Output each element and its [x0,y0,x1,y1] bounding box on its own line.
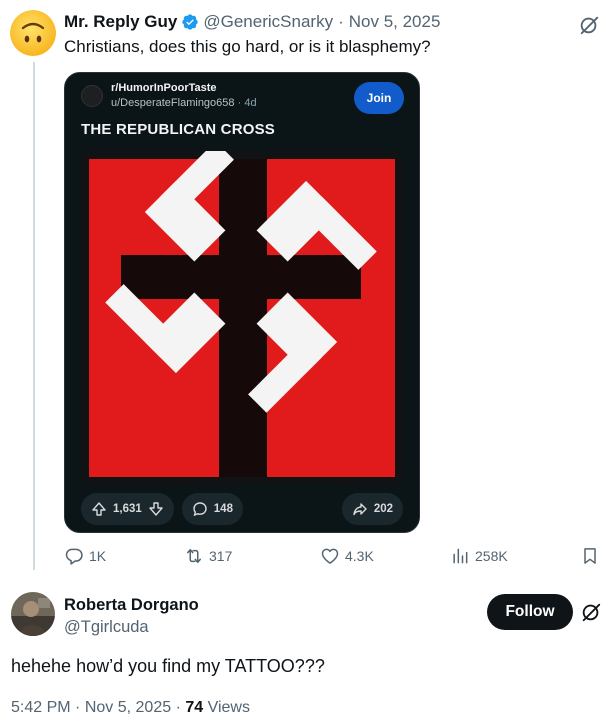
reply-date[interactable]: Nov 5, 2025 [85,699,171,716]
like-button[interactable]: 4.3K [320,546,374,566]
comment-count: 148 [213,503,233,515]
bookmark-icon [584,548,596,564]
grok-icon[interactable] [578,14,600,36]
views-chart-icon [453,548,468,564]
post-actions: 1,631 148 [81,493,243,525]
reply-button[interactable]: 1K [64,546,106,566]
post-title: THE REPUBLICAN CROSS [81,121,276,138]
share-pill: 202 [341,493,403,525]
share-icon [353,503,367,516]
follow-button[interactable]: Follow [487,594,573,630]
share-count: 202 [373,503,393,515]
reply-author-name[interactable]: Roberta Dorgano [64,596,199,615]
subreddit-name: r/HumorInPoorTaste [111,82,217,94]
avatar[interactable] [10,10,56,56]
reply-views-count: 74 [185,699,204,716]
views-button[interactable]: 258K [450,546,508,566]
vote-pill: 1,631 [81,493,174,525]
upvote-count: 1,631 [113,503,142,515]
post-age: 4d [244,97,257,109]
post-byline: u/DesperateFlamingo658 · 4d [111,97,257,109]
comment-icon [193,502,207,517]
heart-icon [321,548,339,564]
downvote-icon [149,502,163,516]
repost-icon [187,549,201,563]
views-count: 258K [475,548,508,564]
bookmark-button[interactable] [580,546,600,566]
tweet-actions: 1K 317 4.3K 258K [64,546,604,570]
tweet-text: Christians, does this go hard, or is it … [64,37,431,56]
author-handle[interactable]: @GenericSnarky [203,12,333,32]
reply-author-handle[interactable]: @Tgirlcuda [64,618,149,637]
separator-dot: · [338,12,344,31]
reply-icon [65,548,83,565]
profile-photo [11,592,55,636]
embedded-image[interactable]: r/HumorInPoorTaste u/DesperateFlamingo65… [64,72,420,533]
like-count: 4.3K [345,548,374,564]
comments-pill: 148 [181,493,243,525]
swastika-cross-graphic [81,151,403,485]
reply-meta: 5:42 PM · Nov 5, 2025 · 74 Views [11,699,250,717]
subreddit-avatar [81,85,103,107]
separator-dot: · [175,699,181,716]
verified-badge-icon [182,14,199,30]
join-button: Join [354,82,404,114]
post-author: u/DesperateFlamingo658 [111,97,235,109]
reply-text: hehehe how’d you find my TATTOO??? [11,656,325,676]
grok-icon[interactable] [580,601,602,623]
upvote-icon [92,502,106,516]
repost-button[interactable]: 317 [184,546,232,566]
reply-views-label: Views [207,699,250,716]
cross-image [81,151,403,485]
tweet-header: Mr. Reply Guy @GenericSnarky · Nov 5, 20… [64,12,440,32]
author-name[interactable]: Mr. Reply Guy [64,12,177,32]
thread-line [33,62,35,570]
reply-count: 1K [89,548,107,564]
tweet-date[interactable]: Nov 5, 2025 [349,12,441,32]
reply-time[interactable]: 5:42 PM [11,699,71,716]
separator-dot: · [75,699,81,716]
avatar[interactable] [11,592,55,636]
repost-count: 317 [209,548,233,564]
